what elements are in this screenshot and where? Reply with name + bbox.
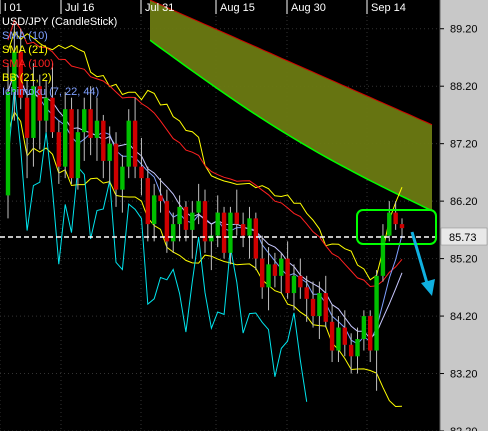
ytick-label: 82.20 bbox=[450, 426, 478, 431]
candle-body bbox=[298, 275, 303, 288]
xtick-label: Aug 30 bbox=[291, 2, 326, 14]
ytick-label: 85.20 bbox=[450, 254, 478, 266]
candle-body bbox=[62, 109, 68, 167]
candle-body bbox=[5, 91, 11, 196]
candle-body bbox=[101, 120, 106, 161]
candle-body bbox=[259, 258, 265, 288]
candle-body bbox=[183, 206, 189, 230]
candle-body bbox=[190, 212, 195, 230]
candle-body bbox=[24, 97, 30, 138]
candle-body bbox=[253, 218, 259, 259]
candle-body bbox=[368, 316, 373, 351]
candle-body bbox=[107, 143, 112, 161]
candle-body bbox=[310, 298, 316, 317]
candle-body bbox=[348, 344, 354, 357]
candle-body bbox=[279, 258, 284, 276]
candle-body bbox=[355, 339, 360, 357]
candle-body bbox=[374, 275, 379, 351]
candle-body bbox=[56, 132, 62, 167]
candle-body bbox=[323, 293, 328, 322]
legend-item: BB (21, 2) bbox=[2, 72, 52, 84]
candle-body bbox=[215, 212, 220, 236]
candle-body bbox=[82, 109, 87, 133]
candle-body bbox=[247, 218, 252, 236]
ytick-label: 89.20 bbox=[450, 24, 478, 36]
candle-body bbox=[317, 293, 322, 317]
candle-body bbox=[171, 224, 176, 242]
xtick-label: l 01 bbox=[4, 2, 22, 14]
chart-title: USD/JPY (CandleStick) bbox=[2, 16, 117, 28]
candle-body bbox=[202, 201, 208, 242]
candle-body bbox=[393, 212, 398, 225]
candle-body bbox=[336, 327, 341, 351]
candle-body bbox=[234, 212, 239, 225]
candle-body bbox=[240, 224, 246, 236]
candle-body bbox=[177, 206, 182, 225]
candle-body bbox=[158, 195, 163, 202]
candle-body bbox=[132, 120, 138, 167]
candle-body bbox=[151, 195, 157, 225]
legend-item: Ichimoku (7, 22, 44) bbox=[2, 86, 99, 98]
price-axis bbox=[440, 0, 488, 431]
candle-body bbox=[291, 275, 297, 294]
candle-body bbox=[126, 120, 131, 167]
candle-body bbox=[228, 212, 233, 253]
xtick-label: Jul 16 bbox=[65, 2, 94, 14]
candle-body bbox=[380, 235, 386, 276]
candle-body bbox=[272, 264, 278, 276]
candle-body bbox=[221, 212, 227, 253]
candle-body bbox=[387, 212, 392, 236]
candle-body bbox=[399, 224, 405, 229]
xtick-label: Sep 14 bbox=[371, 2, 406, 14]
xtick-label: Jul 31 bbox=[145, 2, 174, 14]
candle-body bbox=[94, 120, 100, 138]
candle-body bbox=[69, 109, 74, 179]
candle-body bbox=[50, 97, 55, 133]
candle-body bbox=[304, 287, 309, 299]
candle-body bbox=[120, 166, 125, 190]
legend-item: SMA (10) bbox=[2, 30, 48, 42]
ytick-label: 86.20 bbox=[450, 196, 478, 208]
candle-body bbox=[145, 178, 151, 225]
candle-body bbox=[88, 109, 93, 138]
candle-body bbox=[196, 201, 201, 213]
candle-body bbox=[329, 321, 335, 351]
candle-body bbox=[266, 264, 271, 288]
candle-body bbox=[75, 132, 81, 179]
ytick-label: 84.20 bbox=[450, 311, 478, 323]
candle-body bbox=[285, 258, 290, 294]
ytick-label: 83.20 bbox=[450, 369, 478, 381]
candle-body bbox=[164, 201, 170, 242]
legend-item: SMA (21) bbox=[2, 44, 48, 56]
candle-body bbox=[43, 97, 49, 121]
chart-canvas[interactable]: 89.20 88.20 87.20 86.20 85.20 84.20 83.20 82.20… bbox=[0, 0, 488, 431]
candle-body bbox=[342, 327, 348, 345]
current-price-label: 85.73 bbox=[449, 232, 477, 244]
xtick-label: Aug 15 bbox=[220, 2, 255, 14]
ytick-label: 87.20 bbox=[450, 139, 478, 151]
legend-item: SMA (100) bbox=[2, 58, 54, 70]
candle-body bbox=[361, 316, 367, 340]
candle-body bbox=[139, 166, 144, 179]
ytick-label: 88.20 bbox=[450, 81, 478, 93]
candle-body bbox=[113, 143, 119, 190]
